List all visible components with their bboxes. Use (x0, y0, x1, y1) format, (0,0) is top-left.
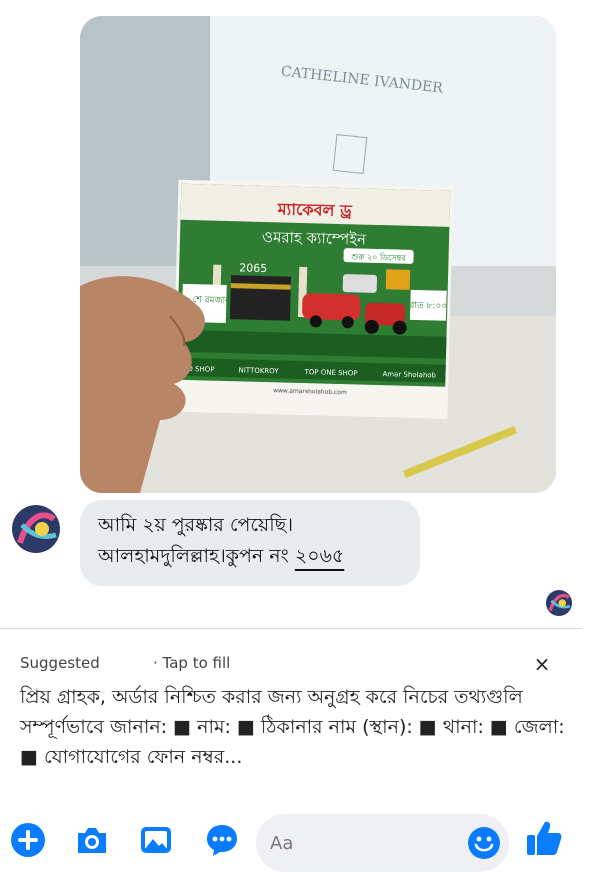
card-year: 2065 (239, 261, 267, 275)
message-line-2-prefix: আলহামদুলিল্লাহ।কুপন নং (98, 545, 295, 567)
gallery-icon[interactable] (138, 822, 174, 858)
seen-avatar-image (546, 590, 572, 616)
seen-avatar (546, 590, 572, 616)
avatar-image (12, 505, 60, 553)
card-header: ম্যাকেবল ড্র (277, 199, 354, 220)
card-social-1: NITTOKROY (238, 366, 279, 375)
camera-icon[interactable] (74, 822, 110, 858)
coupon-number: ২০৬৫ (294, 545, 345, 567)
suggested-label: Suggested (20, 654, 100, 672)
photo-illustration: CATHELINE IVANDER ম্যাকেবল ড্র ওমরাহ ক্য… (80, 16, 556, 493)
chat-bubble-icon[interactable] (204, 822, 240, 858)
thumbs-up-icon[interactable] (524, 818, 564, 858)
card-title: ওমরাহ ক্যাম্পেইন (262, 228, 367, 249)
plus-icon[interactable] (10, 822, 46, 858)
divider (0, 628, 582, 629)
card-social-3: Amar Sholahob (382, 370, 436, 379)
sender-avatar[interactable] (12, 505, 60, 553)
card-time: রাত ৮:০০ (408, 301, 447, 312)
message-bubble[interactable]: আমি ২য় পুরষ্কার পেয়েছি। আলহামদুলিল্লাহ… (80, 500, 420, 586)
message-input[interactable] (270, 828, 460, 858)
card-social-2: TOP ONE SHOP (303, 368, 357, 377)
card-start: শুরু ২০ ডিসেম্বর (350, 252, 406, 262)
message-line-1: আমি ২য় পুরষ্কার পেয়েছি। (98, 514, 293, 536)
message-photo[interactable]: CATHELINE IVANDER ম্যাকেবল ড্র ওমরাহ ক্য… (80, 16, 556, 493)
composer-bar (0, 804, 595, 874)
emoji-icon[interactable] (467, 826, 501, 860)
message-line-2: আলহামদুলিল্লাহ।কুপন নং ২০৬৫ (98, 541, 402, 572)
suggested-reply-text[interactable]: প্রিয় গ্রাহক, অর্ডার নিশ্চিত করার জন্য … (20, 682, 565, 772)
tap-to-fill-label: · Tap to fill (153, 654, 231, 672)
message-input-field[interactable] (256, 814, 509, 872)
close-icon[interactable]: × (530, 652, 554, 676)
